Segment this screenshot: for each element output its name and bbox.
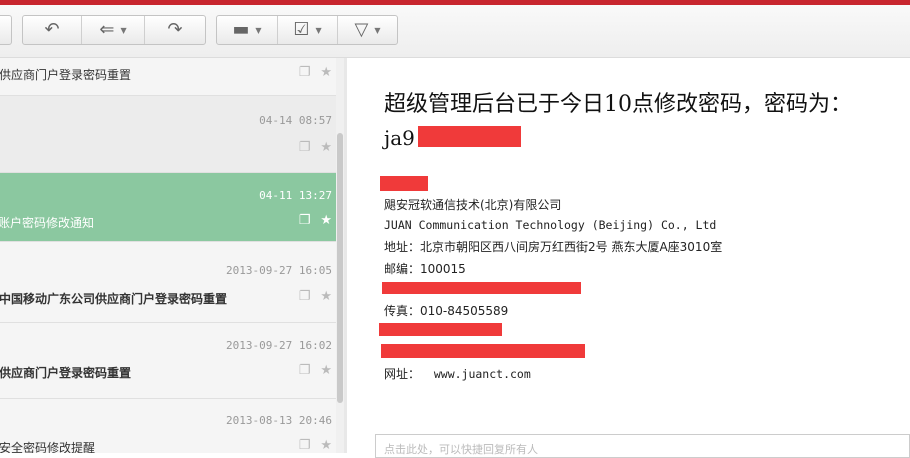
back-button[interactable] [0, 15, 12, 45]
chevron-down-icon: ▼ [374, 25, 381, 35]
website-line: 网址： www.juanct.com [384, 365, 531, 382]
toolbar: ↶ ⇐ ▼ ↷ ▬ ▼ ☑ ▼ ▽ ▼ [0, 5, 910, 58]
company-name-cn: 飓安冠软通信技术(北京)有限公司 [384, 198, 562, 212]
list-item-subject: 供应商门户登录密码重置 [0, 366, 132, 380]
list-scrollbar-thumb[interactable] [337, 133, 343, 403]
postcode-line: 邮编：100015 [384, 262, 466, 276]
copy-icon[interactable]: ❐ [299, 438, 311, 453]
list-item-date: 04-14 08:57 [259, 114, 332, 127]
list-item-date: 2013-09-27 16:02 [226, 339, 332, 352]
mark-button[interactable]: ☑ ▼ [278, 16, 338, 44]
message-reader: 超级管理后台已于今日10点修改密码，密码为： ja9 飓安冠软通信技术(北京)有… [347, 58, 910, 453]
list-item[interactable]: 04-14 08:57 ❐ ★ [0, 96, 336, 173]
password-line: ja9 [384, 126, 415, 150]
redaction-block [380, 176, 428, 191]
address-line: 地址：北京市朝阳区西八间房万红西街2号 燕东大厦A座3010室 [384, 240, 723, 254]
redaction-block [382, 282, 581, 294]
reply-icon: ↶ [44, 19, 60, 40]
copy-icon[interactable]: ❐ [299, 213, 311, 228]
forward-button[interactable]: ↷ [145, 16, 205, 44]
list-item-date: 04-11 13:27 [259, 189, 332, 202]
forward-icon: ↷ [167, 19, 183, 40]
website-label: 网址： [384, 367, 421, 381]
copy-icon[interactable]: ❐ [299, 65, 311, 80]
reply-all-icon: ⇐ [99, 19, 115, 40]
folder-icon: ▬ [232, 19, 250, 40]
list-item-date: 2013-09-27 16:05 [226, 264, 332, 277]
list-item[interactable]: 供应商门户登录密码重置 ❐ ★ [0, 58, 336, 96]
list-item-subject: 安全密码修改提醒 [0, 441, 96, 453]
copy-icon[interactable]: ❐ [299, 363, 311, 378]
star-icon[interactable]: ★ [320, 289, 332, 304]
list-item-selected[interactable]: 04-11 13:27 账户密码修改通知 ❐ ★ [0, 173, 336, 242]
list-item-subject: 供应商门户登录密码重置 [0, 68, 132, 82]
move-folder-button[interactable]: ▬ ▼ [217, 16, 278, 44]
quick-reply-input[interactable]: 点击此处，可以快捷回复所有人 [375, 434, 910, 458]
password-prefix: ja9 [384, 126, 415, 150]
list-item[interactable]: 2013-09-27 16:02 供应商门户登录密码重置 ❐ ★ [0, 323, 336, 399]
copy-icon[interactable]: ❐ [299, 140, 311, 155]
fax-line: 传真：010-84505589 [384, 304, 509, 318]
reply-button-group: ↶ ⇐ ▼ ↷ [22, 15, 206, 45]
redaction-block [381, 344, 585, 358]
chevron-down-icon: ▼ [255, 25, 262, 35]
filter-button[interactable]: ▽ ▼ [338, 16, 397, 44]
message-heading: 超级管理后台已于今日10点修改密码，密码为： [384, 92, 852, 117]
star-icon[interactable]: ★ [320, 363, 332, 378]
list-item-date: 2013-08-13 20:46 [226, 414, 332, 427]
redaction-block [379, 323, 502, 336]
list-item[interactable]: 2013-08-13 20:46 安全密码修改提醒 ❐ ★ [0, 399, 336, 453]
star-icon[interactable]: ★ [320, 65, 332, 80]
company-name-en: JUAN Communication Technology (Beijing) … [384, 218, 717, 232]
star-icon[interactable]: ★ [320, 438, 332, 453]
chevron-down-icon: ▼ [315, 25, 322, 35]
chevron-down-icon: ▼ [120, 25, 127, 35]
star-icon[interactable]: ★ [320, 140, 332, 155]
reply-button[interactable]: ↶ [23, 16, 82, 44]
redaction-block [418, 126, 521, 147]
checkbox-icon: ☑ [293, 19, 310, 40]
organize-button-group: ▬ ▼ ☑ ▼ ▽ ▼ [216, 15, 398, 45]
filter-icon: ▽ [354, 19, 369, 40]
copy-icon[interactable]: ❐ [299, 289, 311, 304]
list-item-subject: 账户密码修改通知 [0, 216, 95, 230]
reply-all-button[interactable]: ⇐ ▼ [82, 16, 145, 44]
list-item[interactable]: 2013-09-27 16:05 中国移动广东公司供应商门户登录密码重置 ❐ ★ [0, 242, 336, 323]
star-icon[interactable]: ★ [320, 213, 332, 228]
list-item-subject: 中国移动广东公司供应商门户登录密码重置 [0, 292, 228, 306]
website-link[interactable]: www.juanct.com [434, 367, 531, 381]
message-list: 供应商门户登录密码重置 ❐ ★ 04-14 08:57 ❐ ★ 04-11 13… [0, 58, 344, 453]
